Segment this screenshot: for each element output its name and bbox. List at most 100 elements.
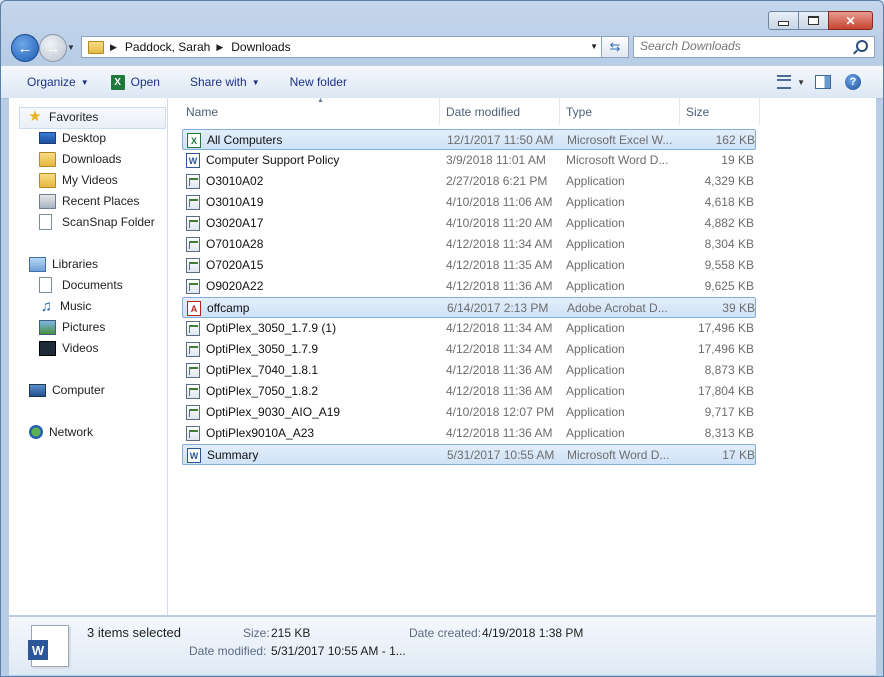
change-view-icon[interactable] xyxy=(777,75,792,89)
nav-libraries[interactable]: Libraries xyxy=(29,254,98,274)
file-row[interactable]: O9020A22 4/12/2018 11:36 AM Application 9,6… xyxy=(182,276,756,297)
file-size: 4,329 KB xyxy=(704,174,754,188)
application-icon xyxy=(186,216,200,231)
downloads-folder-icon xyxy=(39,151,56,167)
file-row[interactable]: W Summary 5/31/2017 10:55 AM Microsoft Word… xyxy=(182,444,756,465)
file-type: Application xyxy=(566,237,625,251)
column-header-date-modified[interactable]: Date modified xyxy=(440,98,560,125)
breadcrumb-paddock-sarah[interactable]: Paddock, Sarah xyxy=(125,40,210,54)
minimize-button[interactable] xyxy=(768,11,799,30)
date-modified-label: Date modified: xyxy=(189,644,267,658)
maximize-button[interactable] xyxy=(798,11,829,30)
search-icon[interactable] xyxy=(856,40,868,52)
nav-computer[interactable]: Computer xyxy=(29,380,105,400)
file-size: 8,873 KB xyxy=(704,363,754,377)
file-size: 8,313 KB xyxy=(704,426,754,440)
nav-network[interactable]: Network xyxy=(29,422,93,442)
application-icon xyxy=(186,174,200,189)
file-row[interactable]: Aoffcamp 6/14/2017 2:13 PM Adobe Acrobat D… xyxy=(182,297,756,318)
nav-downloads[interactable]: Downloads xyxy=(39,149,121,169)
application-icon xyxy=(186,279,200,294)
breadcrumb-arrow-icon[interactable]: ▶ xyxy=(216,42,223,53)
file-name: Summary xyxy=(207,448,259,462)
file-date-modified: 4/10/2018 11:06 AM xyxy=(446,195,553,209)
breadcrumb-downloads[interactable]: Downloads xyxy=(231,40,290,54)
nav-music-label: Music xyxy=(60,299,92,313)
file-row[interactable]: O3010A19 4/10/2018 11:06 AM Application 4,6… xyxy=(182,192,756,213)
preview-pane-icon[interactable] xyxy=(815,75,831,89)
file-row[interactable]: O7010A28 4/12/2018 11:34 AM Application 8,3… xyxy=(182,234,756,255)
recent-places-icon xyxy=(39,193,56,209)
search-input[interactable] xyxy=(634,37,840,55)
column-header-size[interactable]: Size xyxy=(680,98,760,125)
navigation-row: ← → ▼ ▶ Paddock, Sarah ▶ Downloads ▼ ⇆ xyxy=(1,33,883,63)
file-size: 9,558 KB xyxy=(704,258,754,272)
nav-scansnap-folder[interactable]: ScanSnap Folder xyxy=(39,212,155,232)
file-row[interactable]: O3010A02 2/27/2018 6:21 PM Application 4,32… xyxy=(182,171,756,192)
file-row[interactable]: OptiPlex_7050_1.8.2 4/12/2018 11:36 AM App… xyxy=(182,381,756,402)
file-row[interactable]: X All Computers 12/1/2017 11:50 AM Microsof… xyxy=(182,129,756,150)
back-button[interactable]: ← xyxy=(11,34,39,62)
file-date-modified: 3/9/2018 11:01 AM xyxy=(446,153,546,167)
forward-button[interactable]: → xyxy=(39,34,67,62)
word-document-icon: W xyxy=(28,625,69,667)
explorer-window: ✕ ← → ▼ ▶ Paddock, Sarah ▶ Downloads ▼ ⇆… xyxy=(0,0,884,677)
column-header-type[interactable]: Type xyxy=(560,98,680,125)
refresh-button[interactable]: ⇆ xyxy=(601,36,629,58)
address-bar[interactable]: ▶ Paddock, Sarah ▶ Downloads ▼ xyxy=(81,36,603,58)
column-header-name[interactable]: Name ▲ xyxy=(180,97,440,125)
share-with-button[interactable]: Share with ▼ xyxy=(182,70,268,94)
nav-my-videos[interactable]: My Videos xyxy=(39,170,118,190)
file-row[interactable]: OptiPlex_9030_AIO_A19 4/10/2018 12:07 PM A… xyxy=(182,402,756,423)
organize-button[interactable]: Organize ▼ xyxy=(19,70,97,94)
nav-desktop[interactable]: Desktop xyxy=(39,128,106,148)
column-name-label: Name xyxy=(186,104,219,119)
file-date-modified: 4/12/2018 11:36 AM xyxy=(446,426,553,440)
file-type: Application xyxy=(566,363,625,377)
file-row[interactable]: W Computer Support Policy 3/9/2018 11:01 A… xyxy=(182,150,756,171)
nav-recent-places-label: Recent Places xyxy=(62,194,140,208)
application-icon xyxy=(186,363,200,378)
file-type: Application xyxy=(566,216,625,230)
file-name: Computer Support Policy xyxy=(206,153,340,167)
file-row[interactable]: OptiPlex_3050_1.7.9 (1) 4/12/2018 11:34 A… xyxy=(182,318,756,339)
file-type: Application xyxy=(566,195,625,209)
nav-documents[interactable]: Documents xyxy=(39,275,123,295)
file-date-modified: 2/27/2018 6:21 PM xyxy=(446,174,548,188)
nav-music[interactable]: ♫ Music xyxy=(39,296,91,316)
view-dropdown-icon[interactable]: ▼ xyxy=(797,78,805,87)
close-button[interactable]: ✕ xyxy=(828,11,873,30)
application-icon xyxy=(186,426,200,441)
file-row[interactable]: O7020A15 4/12/2018 11:35 AM Application 9,5… xyxy=(182,255,756,276)
nav-scansnap-label: ScanSnap Folder xyxy=(62,215,155,229)
nav-pictures[interactable]: Pictures xyxy=(39,317,105,337)
file-name: OptiPlex_9030_AIO_A19 xyxy=(206,405,341,419)
new-folder-button[interactable]: New folder xyxy=(282,70,355,94)
date-modified-value: 5/31/2017 10:55 AM - 1... xyxy=(271,644,406,658)
file-name: O3020A17 xyxy=(206,216,264,230)
file-name: O3010A19 xyxy=(206,195,264,209)
file-row[interactable]: O3020A17 4/10/2018 11:20 AM Application 4,8… xyxy=(182,213,756,234)
close-icon: ✕ xyxy=(845,13,856,28)
file-row[interactable]: OptiPlex_3050_1.7.9 4/12/2018 11:34 AM App… xyxy=(182,339,756,360)
file-date-modified: 4/12/2018 11:35 AM xyxy=(446,258,553,272)
open-button[interactable]: X Open xyxy=(103,70,168,94)
arrow-left-icon: ← xyxy=(17,39,33,57)
details-pane: W 3 items selected Size: 215 KB Date cre… xyxy=(9,616,876,675)
file-row[interactable]: OptiPlex9010A_A23 4/12/2018 11:36 AM Appli… xyxy=(182,423,756,444)
file-type: Application xyxy=(566,174,625,188)
breadcrumb-arrow-icon[interactable]: ▶ xyxy=(110,42,117,53)
application-icon xyxy=(186,258,200,273)
file-name: OptiPlex_3050_1.7.9 xyxy=(206,342,319,356)
search-box[interactable] xyxy=(633,36,875,58)
address-dropdown-icon[interactable]: ▼ xyxy=(590,42,598,51)
application-icon xyxy=(186,342,200,357)
file-size: 39 KB xyxy=(722,301,755,315)
column-type-label: Type xyxy=(566,104,593,119)
file-row[interactable]: OptiPlex_7040_1.8.1 4/12/2018 11:36 AM App… xyxy=(182,360,756,381)
help-icon[interactable]: ? xyxy=(845,74,861,90)
nav-recent-places[interactable]: Recent Places xyxy=(39,191,139,211)
nav-favorites[interactable]: ★ Favorites xyxy=(27,107,98,127)
nav-videos[interactable]: Videos xyxy=(39,338,98,358)
recent-pages-dropdown[interactable]: ▼ xyxy=(67,43,75,52)
